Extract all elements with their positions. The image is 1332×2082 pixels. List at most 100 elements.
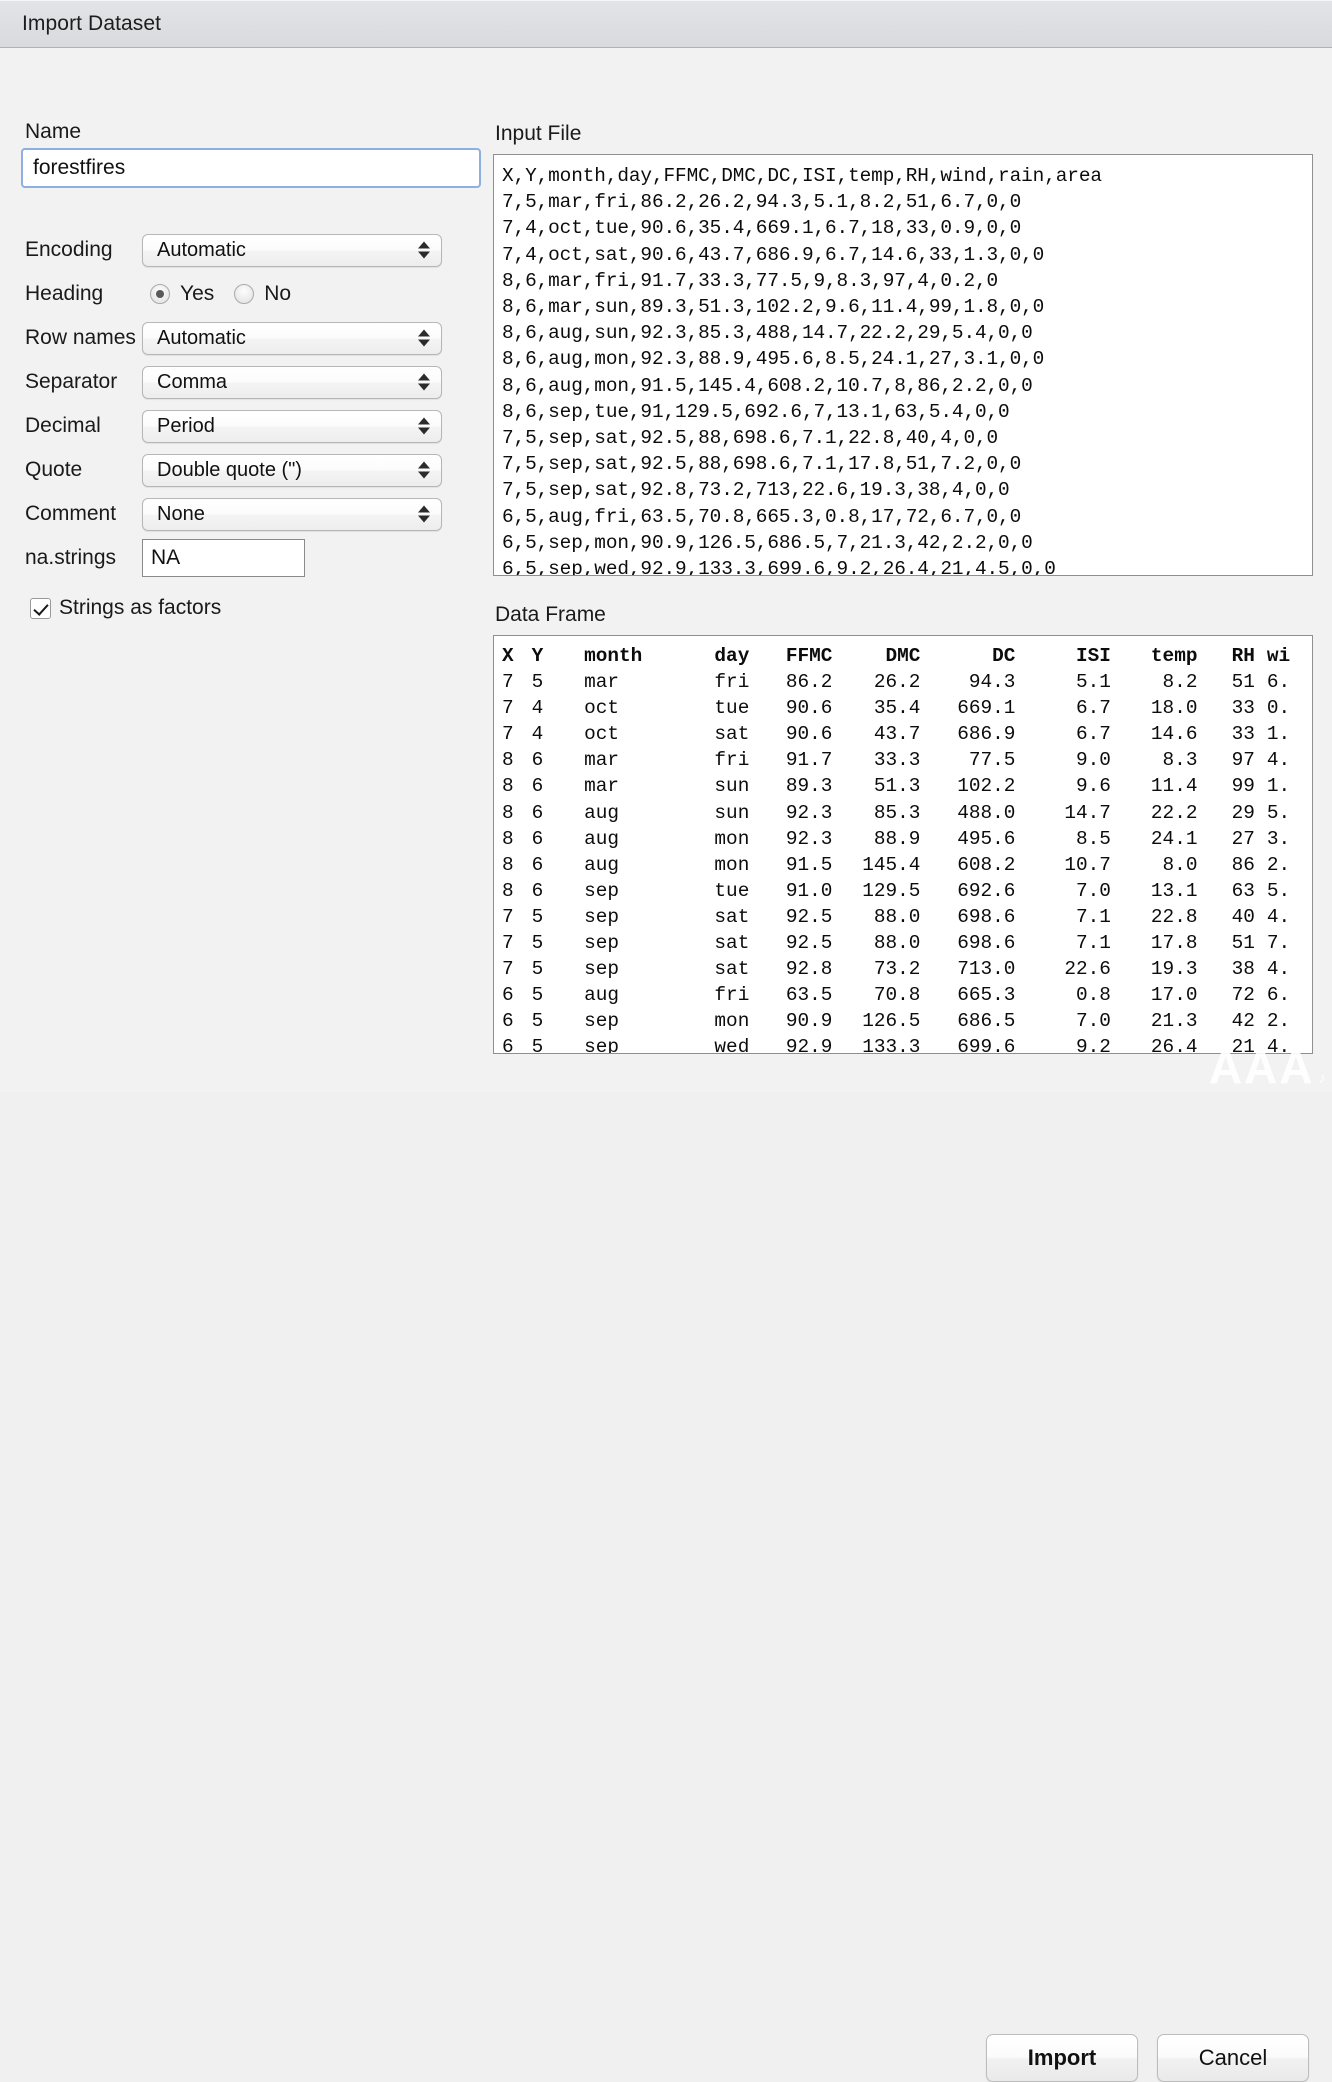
quote-value: Double quote (") [157,459,302,482]
table-cell: 43.7 [832,721,920,747]
table-row: 74octtue90.635.4669.16.718.0330. [500,695,1312,721]
decimal-value: Period [157,415,215,438]
table-cell: 19.3 [1111,956,1198,982]
import-button[interactable]: Import [986,2034,1138,2082]
heading-radio-no[interactable]: No [234,282,291,306]
table-cell: 7 [500,721,532,747]
table-cell: mon [679,852,749,878]
encoding-select[interactable]: Automatic [142,234,442,267]
table-row: 75sepsat92.873.2713.022.619.3384. [500,956,1312,982]
window-title: Import Dataset [22,12,161,36]
column-header: X [500,643,532,669]
table-cell: 5. [1255,878,1312,904]
strings-as-factors-checkbox[interactable]: Strings as factors [30,596,221,620]
table-cell: 33.3 [832,747,920,773]
table-cell: 713.0 [920,956,1015,982]
table-cell: 6 [532,852,585,878]
table-cell: 698.6 [920,904,1015,930]
table-cell: 4 [532,695,585,721]
table-cell: 7 [500,930,532,956]
table-cell: 7 [500,669,532,695]
table-cell: 92.3 [749,826,832,852]
rownames-value: Automatic [157,327,246,350]
table-cell: 11.4 [1111,773,1198,799]
table-cell: 88.0 [832,930,920,956]
table-cell: 6 [532,800,585,826]
table-cell: 86.2 [749,669,832,695]
data-frame-preview[interactable]: XYmonthdayFFMCDMCDCISItempRHwi 75marfri8… [493,635,1313,1054]
column-header: temp [1111,643,1198,669]
table-cell: 608.2 [920,852,1015,878]
watermark: AAA♪ [1209,1044,1328,1090]
table-cell: 89.3 [749,773,832,799]
table-row: 74octsat90.643.7686.96.714.6331. [500,721,1312,747]
table-cell: 97 [1197,747,1254,773]
table-cell: 6.7 [1015,721,1110,747]
decimal-select[interactable]: Period [142,410,442,443]
stepper-arrows-icon [418,330,430,347]
table-row: 86marfri91.733.377.59.08.3974. [500,747,1312,773]
table-cell: 9.6 [1015,773,1110,799]
heading-no-label: No [264,282,291,306]
table-cell: 692.6 [920,878,1015,904]
table-cell: 24.1 [1111,826,1198,852]
quote-row: Quote Double quote (") [0,448,492,492]
table-cell: 90.6 [749,721,832,747]
table-cell: 14.6 [1111,721,1198,747]
table-cell: sat [679,904,749,930]
table-cell: 4 [532,721,585,747]
table-cell: 94.3 [920,669,1015,695]
column-header: month [584,643,679,669]
options-panel: Name Encoding Automatic Heading [0,48,492,1048]
table-cell: 17.8 [1111,930,1198,956]
options-rows: Encoding Automatic Heading Yes [0,228,492,580]
column-header: DMC [832,643,920,669]
table-cell: 22.8 [1111,904,1198,930]
table-cell: 669.1 [920,695,1015,721]
input-file-line: 6,5,aug,fri,63.5,70.8,665.3,0.8,17,72,6.… [502,504,1312,530]
quote-label: Quote [0,458,142,482]
column-header: ISI [1015,643,1110,669]
nastrings-input[interactable] [142,539,305,577]
table-cell: 5.1 [1015,669,1110,695]
table-cell: 27 [1197,826,1254,852]
quote-select[interactable]: Double quote (") [142,454,442,487]
table-cell: 92.5 [749,930,832,956]
table-cell: sat [679,930,749,956]
table-cell: 6 [532,773,585,799]
comment-select[interactable]: None [142,498,442,531]
cancel-button[interactable]: Cancel [1157,2034,1309,2082]
table-cell: 4. [1255,956,1312,982]
stepper-arrows-icon [418,418,430,435]
data-frame-title: Data Frame [495,603,606,627]
table-cell: 102.2 [920,773,1015,799]
table-cell: 26.2 [832,669,920,695]
table-cell: 73.2 [832,956,920,982]
heading-row: Heading Yes No [0,272,492,316]
heading-radio-yes[interactable]: Yes [150,282,214,306]
table-cell: 51.3 [832,773,920,799]
rownames-select[interactable]: Automatic [142,322,442,355]
decimal-row: Decimal Period [0,404,492,448]
nastrings-label: na.strings [0,546,142,570]
table-cell: 8.5 [1015,826,1110,852]
table-cell: sep [584,930,679,956]
input-file-line: 8,6,mar,fri,91.7,33.3,77.5,9,8.3,97,4,0.… [502,268,1312,294]
column-header: RH [1197,643,1254,669]
table-cell: 4. [1255,747,1312,773]
table-cell: 0. [1255,695,1312,721]
table-cell: 8.2 [1111,669,1198,695]
table-cell: 18.0 [1111,695,1198,721]
table-cell: 7 [500,956,532,982]
separator-label: Separator [0,370,142,394]
input-file-line: 7,4,oct,sat,90.6,43.7,686.9,6.7,14.6,33,… [502,242,1312,268]
table-cell: mar [584,773,679,799]
separator-select[interactable]: Comma [142,366,442,399]
table-cell: 6. [1255,669,1312,695]
table-cell: 698.6 [920,930,1015,956]
input-file-line: 8,6,aug,mon,91.5,145.4,608.2,10.7,8,86,2… [502,373,1312,399]
dataset-name-input[interactable] [21,148,481,188]
input-file-line: X,Y,month,day,FFMC,DMC,DC,ISI,temp,RH,wi… [502,163,1312,189]
table-cell: 8.0 [1111,852,1198,878]
input-file-preview[interactable]: X,Y,month,day,FFMC,DMC,DC,ISI,temp,RH,wi… [493,154,1313,576]
